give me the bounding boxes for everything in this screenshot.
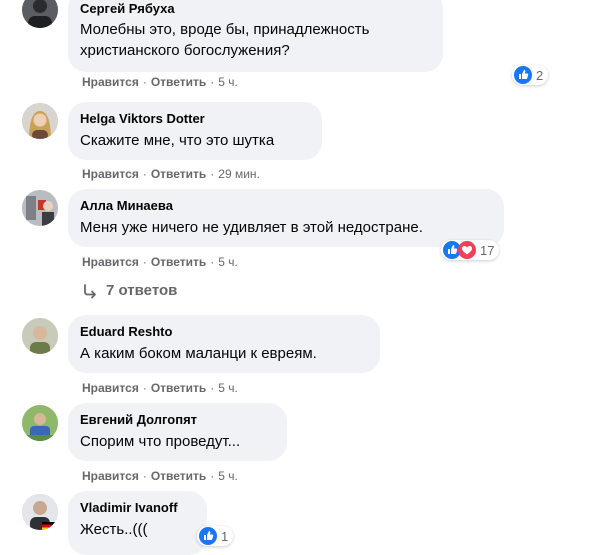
reaction-summary[interactable]: 2 [512,65,549,85]
reply-button[interactable]: Ответить [151,469,206,483]
replies-count-label: 7 ответов [106,282,178,299]
avatar[interactable] [22,103,58,139]
comment-actions: Нравится · Ответить · 5 ч. [82,380,238,396]
reply-button[interactable]: Ответить [151,255,206,269]
avatar[interactable] [22,190,58,226]
comment-bubble: Сергей Рябуха Молебны это, вроде бы, при… [68,0,443,72]
comment-time[interactable]: 5 ч. [218,255,238,269]
reaction-summary[interactable]: 17 [441,240,500,260]
reaction-count: 1 [221,528,229,544]
comment-actions: Нравится · Ответить · 5 ч. [82,468,238,484]
comment-text: Молебны это, вроде бы, принадлежность хр… [80,21,370,59]
comment-text: Скажите мне, что это шутка [80,132,275,149]
comment-author[interactable]: Helga Viktors Dotter [80,110,310,127]
separator: · [142,167,147,181]
separator: · [142,381,147,395]
separator: · [210,255,215,269]
view-replies-link[interactable]: 7 ответов [82,282,177,299]
reply-arrow-icon [84,283,96,298]
comment-author[interactable]: Eduard Reshto [80,323,368,340]
like-button[interactable]: Нравится [82,255,139,269]
comment-bubble: Алла Минаева Меня уже ничего не удивляет… [68,189,504,247]
reaction-count: 17 [480,242,495,258]
comment-actions: Нравится · Ответить · 29 мин. [82,166,260,182]
reaction-count: 2 [536,67,544,83]
separator: · [210,167,215,181]
like-icon [514,66,532,84]
love-icon [458,241,476,259]
separator: · [210,75,215,89]
reaction-summary[interactable]: 1 [197,526,234,546]
separator: · [142,255,147,269]
reply-button[interactable]: Ответить [151,381,206,395]
like-button[interactable]: Нравится [82,381,139,395]
comment-bubble: Helga Viktors Dotter Скажите мне, что эт… [68,102,322,160]
comment-time[interactable]: 29 мин. [218,167,260,181]
comment-author[interactable]: Vladimir Ivanoff [80,499,195,516]
avatar[interactable] [22,318,58,354]
comment-author[interactable]: Сергей Рябуха [80,0,431,17]
like-button[interactable]: Нравится [82,167,139,181]
reply-button[interactable]: Ответить [151,75,206,89]
comment-bubble: Vladimir Ivanoff Жесть..((( [68,491,207,555]
avatar[interactable] [22,0,58,28]
comment-text: Жесть..((( [80,521,148,538]
separator: · [210,469,215,483]
separator: · [210,381,215,395]
like-icon [199,527,217,545]
like-button[interactable]: Нравится [82,75,139,89]
comment-bubble: Евгений Долгопят Спорим что проведут... [68,403,287,461]
like-button[interactable]: Нравится [82,469,139,483]
comment-text: Спорим что проведут... [80,433,241,450]
comment-bubble: Eduard Reshto А каким боком маланци к ев… [68,315,380,373]
comment-time[interactable]: 5 ч. [218,381,238,395]
comment-text: А каким боком маланци к евреям. [80,345,317,362]
comment-time[interactable]: 5 ч. [218,469,238,483]
comment-time[interactable]: 5 ч. [218,75,238,89]
separator: · [142,75,147,89]
comment-text: Меня уже ничего не удивляет в этой недос… [80,219,423,236]
separator: · [142,469,147,483]
reply-button[interactable]: Ответить [151,167,206,181]
comment-author[interactable]: Евгений Долгопят [80,411,275,428]
comment-author[interactable]: Алла Минаева [80,197,492,214]
avatar[interactable] [22,494,58,530]
comment-actions: Нравится · Ответить · 5 ч. [82,74,238,90]
avatar[interactable] [22,405,58,441]
comment-actions: Нравится · Ответить · 5 ч. [82,254,238,270]
